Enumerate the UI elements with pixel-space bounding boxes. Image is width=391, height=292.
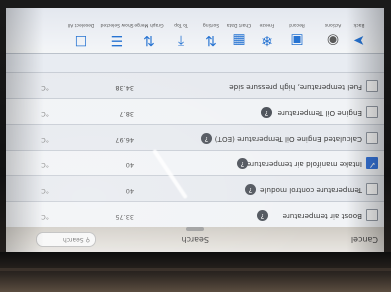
list-item[interactable]: Engine Oil Temperature ? 38.7 °C	[6, 98, 384, 124]
to-top-button[interactable]: ⤒ To Top	[164, 11, 198, 49]
list-item[interactable]: Intake manifold air temperature ? 40 °C	[6, 149, 384, 176]
list-item[interactable]: Fuel temperature, high pressure side 34.…	[6, 72, 384, 99]
row-checkbox[interactable]	[366, 209, 378, 221]
back-arrow-icon: ➤	[353, 32, 365, 48]
help-icon[interactable]: ?	[257, 210, 268, 221]
tablet-screen: Cancel Search ⚲Search Boost air temperat…	[6, 8, 384, 252]
magnifier-icon: ⚲	[85, 236, 90, 243]
row-checkbox[interactable]	[366, 105, 378, 118]
cancel-button[interactable]: Cancel	[351, 232, 378, 247]
graph-merge-button[interactable]: ⇅ Graph Merge	[132, 11, 166, 49]
help-icon[interactable]: ?	[201, 132, 212, 144]
search-header: Cancel Search ⚲Search	[6, 226, 384, 252]
deselect-icon: ☐	[74, 32, 88, 48]
parameter-value: 34.38	[115, 84, 134, 93]
help-icon[interactable]: ?	[261, 106, 272, 118]
row-checkbox[interactable]	[366, 80, 378, 93]
list-item[interactable]: Boost air temperature ? 33.75 °C	[6, 201, 384, 227]
parameter-name: Calculated Engine Oil Temperature (EOT)	[214, 134, 362, 144]
parameter-name: Engine Oil Temperature	[277, 108, 362, 118]
parameter-value: 33.75	[115, 213, 134, 221]
sort-icon: ⇅	[205, 32, 217, 48]
row-checkbox[interactable]	[366, 131, 378, 144]
parameter-list: Boost air temperature ? 33.75 °C Tempera…	[6, 72, 384, 227]
merge-icon: ⇅	[143, 32, 155, 48]
record-button[interactable]: ▣ Record	[280, 11, 314, 49]
record-icon: ▣	[290, 32, 304, 48]
parameter-name: Fuel temperature, high pressure side	[229, 83, 362, 93]
parameter-unit: °C	[41, 135, 49, 144]
check-list-icon: ☰	[110, 32, 124, 48]
drag-handle[interactable]	[186, 227, 204, 231]
parameter-name: Boost air temperature	[282, 212, 362, 221]
parameter-value: 40	[125, 161, 134, 170]
chart-icon: ▦	[232, 32, 246, 48]
sorting-button[interactable]: ⇅ Sorting	[194, 11, 228, 49]
parameter-unit: °C	[41, 109, 49, 118]
parameter-unit: °C	[41, 161, 49, 170]
row-checkbox[interactable]	[366, 157, 378, 170]
tablet-bezel	[0, 252, 391, 292]
parameter-value: 40	[125, 187, 134, 196]
row-checkbox[interactable]	[366, 183, 378, 196]
search-placeholder: Search	[62, 236, 84, 243]
snowflake-icon: ❄	[261, 32, 273, 48]
search-input[interactable]: ⚲Search	[36, 232, 96, 247]
parameter-unit: °C	[41, 84, 49, 93]
parameter-value: 46.97	[115, 135, 134, 144]
actions-button[interactable]: ◉ Actions	[316, 11, 350, 49]
parameter-name: Intake manifold air temperature	[246, 160, 362, 170]
header-title: Search	[181, 235, 209, 244]
list-item[interactable]: Calculated Engine Oil Temperature (EOT) …	[6, 123, 384, 150]
arrow-up-icon: ⤒	[177, 32, 185, 48]
deselect-all-button[interactable]: ☐ Deselect All	[64, 11, 98, 49]
circle-dots-icon: ◉	[326, 32, 340, 48]
show-selected-button[interactable]: ☰ Show Selected	[100, 11, 134, 49]
help-icon[interactable]: ?	[245, 184, 256, 196]
parameter-unit: °C	[41, 213, 49, 221]
parameter-value: 38.7	[119, 109, 134, 118]
list-item[interactable]: Temperature control module ? 40 °C	[6, 175, 384, 202]
bottom-toolbar: ➤ Back ◉ Actions ▣ Record ❄ Freeze ▦ Cha…	[6, 8, 384, 54]
photo-background: Cancel Search ⚲Search Boost air temperat…	[0, 0, 391, 292]
parameter-name: Temperature control module	[260, 186, 362, 196]
parameter-unit: °C	[41, 187, 49, 196]
